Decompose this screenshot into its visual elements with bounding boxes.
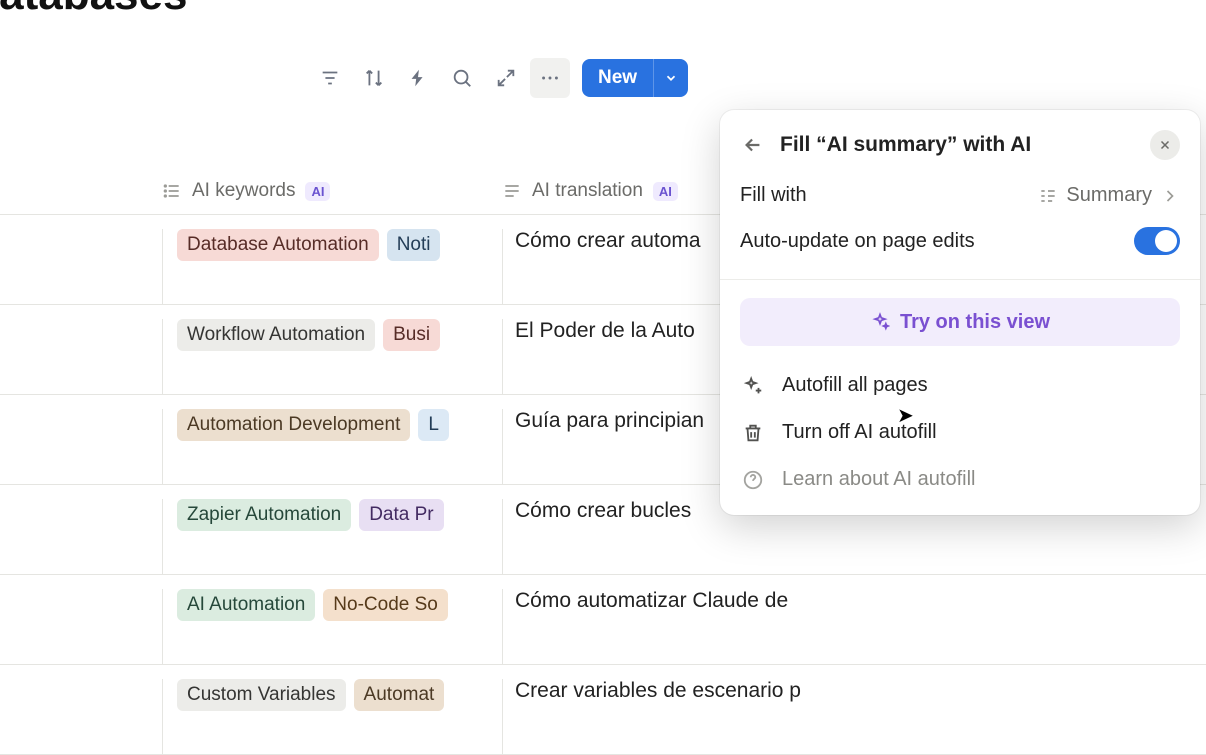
keywords-cell[interactable]: Database AutomationNoti [162,229,502,304]
learn-about-autofill[interactable]: Learn about AI autofill [720,456,1200,503]
tag-chip[interactable]: Data Pr [359,499,443,531]
tag-chip[interactable]: Busi [383,319,440,351]
keywords-cell[interactable]: Workflow AutomationBusi [162,319,502,394]
sort-icon[interactable] [354,58,394,98]
tag-chip[interactable]: Workflow Automation [177,319,375,351]
list-icon [162,181,182,201]
row-title-cell[interactable]: ials [0,499,162,523]
new-button[interactable]: New [582,59,653,97]
keywords-cell[interactable]: Custom VariablesAutomat [162,679,502,754]
divider [720,279,1200,280]
translation-cell[interactable]: Crear variables de escenario p [502,679,1122,754]
filter-icon[interactable] [310,58,350,98]
turn-off-autofill-label: Turn off AI autofill [782,421,937,444]
autofill-all-pages[interactable]: Autofill all pages [720,362,1200,409]
keywords-cell[interactable]: Automation DevelopmentL [162,409,502,484]
text-icon [502,181,522,201]
turn-off-autofill[interactable]: Turn off AI autofill [720,409,1200,456]
fill-with-row[interactable]: Fill with Summary [720,174,1200,217]
column-header-label: AI translation [532,180,643,202]
column-header-keywords[interactable]: AI keywords AI [162,180,502,202]
fill-with-label: Fill with [740,184,807,207]
try-on-view-label: Try on this view [900,311,1050,334]
ai-badge: AI [653,182,678,201]
summary-icon [1038,186,1058,206]
tag-chip[interactable]: No-Code So [323,589,448,621]
sparkle-plus-icon [742,375,764,397]
tag-chip[interactable]: Zapier Automation [177,499,351,531]
tag-chip[interactable]: L [418,409,449,441]
new-dropdown-button[interactable] [653,59,688,97]
try-on-view-button[interactable]: Try on this view [740,298,1180,346]
arrow-left-icon [742,134,764,156]
page-title: ction Databases [0,0,187,30]
database-toolbar: New [310,58,688,98]
tag-chip[interactable]: Database Automation [177,229,379,261]
column-header-label: AI keywords [192,180,295,202]
expand-icon[interactable] [486,58,526,98]
row-title-cell[interactable]: ials [0,589,162,613]
sparkle-icon [870,312,890,332]
chevron-down-icon [664,71,678,85]
learn-about-autofill-label: Learn about AI autofill [782,468,975,491]
row-title-cell[interactable]: ials [0,319,162,343]
search-icon[interactable] [442,58,482,98]
close-icon [1158,138,1172,152]
trash-icon [742,422,764,444]
tag-chip[interactable]: AI Automation [177,589,315,621]
row-title-cell[interactable]: ials [0,409,162,433]
automation-icon[interactable] [398,58,438,98]
chevron-right-icon [1160,186,1180,206]
auto-update-toggle[interactable] [1134,227,1180,255]
tag-chip[interactable]: Custom Variables [177,679,346,711]
table-row[interactable]: ialsCustom VariablesAutomatCrear variabl… [0,665,1206,755]
auto-update-row: Auto-update on page edits [720,217,1200,265]
ai-autofill-popover: Fill “AI summary” with AI Fill with Summ… [720,110,1200,515]
back-button[interactable] [740,132,766,158]
fill-with-value: Summary [1066,184,1152,207]
tag-chip[interactable]: Noti [387,229,441,261]
auto-update-label: Auto-update on page edits [740,230,975,253]
ai-badge: AI [305,182,330,201]
row-title-cell[interactable]: ials [0,229,162,253]
table-row[interactable]: ialsAI AutomationNo-Code SoCómo automati… [0,575,1206,665]
more-icon[interactable] [530,58,570,98]
close-button[interactable] [1150,130,1180,160]
tag-chip[interactable]: Automation Development [177,409,410,441]
translation-cell[interactable]: Cómo automatizar Claude de [502,589,1122,664]
tag-chip[interactable]: Automat [354,679,445,711]
help-icon [742,469,764,491]
row-title-cell[interactable]: ials [0,679,162,703]
popover-title: Fill “AI summary” with AI [780,133,1136,157]
autofill-all-pages-label: Autofill all pages [782,374,928,397]
keywords-cell[interactable]: AI AutomationNo-Code So [162,589,502,664]
keywords-cell[interactable]: Zapier AutomationData Pr [162,499,502,574]
